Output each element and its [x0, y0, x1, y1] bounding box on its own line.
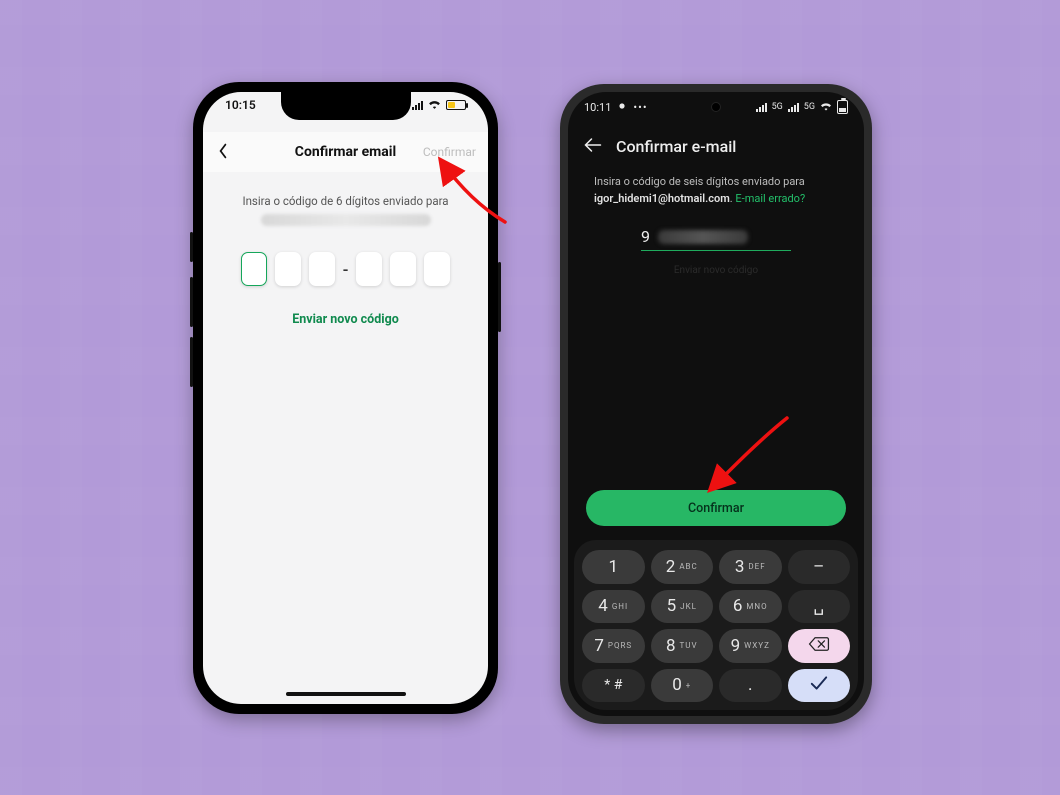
- wifi-icon: [428, 99, 441, 112]
- cellular-icon-1: [756, 103, 767, 112]
- back-arrow-icon[interactable]: [584, 134, 602, 158]
- nav-bar-left: Confirmar email Confirmar: [203, 132, 488, 172]
- status-time: 10:15: [225, 98, 256, 112]
- nav-bar-right: Confirmar e-mail: [568, 126, 864, 166]
- key-4[interactable]: 4GHI: [582, 590, 645, 624]
- phone-left-mute-switch: [190, 232, 193, 262]
- confirm-button-disabled[interactable]: Confirmar: [423, 145, 476, 159]
- confirm-button[interactable]: Confirmar: [586, 490, 846, 526]
- numeric-keypad: 1 2ABC 3DEF – 4GHI 5JKL 6MNO ␣ 7PQRS 8TU…: [574, 540, 858, 710]
- code-input-right[interactable]: 9: [641, 227, 791, 251]
- key-period[interactable]: .: [719, 669, 782, 703]
- key-7[interactable]: 7PQRS: [582, 629, 645, 663]
- key-dash[interactable]: –: [788, 550, 851, 584]
- notification-dot-icon: [617, 101, 627, 114]
- key-backspace[interactable]: [788, 629, 851, 663]
- code-digit-4[interactable]: [356, 252, 382, 286]
- key-5[interactable]: 5JKL: [651, 590, 714, 624]
- instruction-prefix: Insira o código de seis dígitos enviado …: [594, 175, 805, 188]
- phone-right-frame: 10:11 ••• 5G 5G Confirmar e-ma: [560, 84, 872, 724]
- checkmark-icon: [809, 675, 829, 696]
- background-pattern: [0, 0, 1060, 795]
- phone-left-notch: [281, 92, 411, 120]
- back-icon[interactable]: [217, 140, 229, 164]
- phone-left-volume-down: [190, 337, 193, 387]
- content-left: Insira o código de 6 dígitos enviado par…: [203, 182, 488, 339]
- code-digit-6[interactable]: [424, 252, 450, 286]
- page-title-right: Confirmar e-mail: [616, 137, 736, 156]
- email-address: igor_hidemi1@hotmail.com: [594, 192, 730, 205]
- network-label-2: 5G: [804, 102, 815, 112]
- phone-right-screen: 10:11 ••• 5G 5G Confirmar e-ma: [568, 92, 864, 716]
- key-symbols[interactable]: * #: [582, 669, 645, 703]
- instruction-text-right: Insira o código de seis dígitos enviado …: [594, 174, 838, 207]
- key-9[interactable]: 9WXYZ: [719, 629, 782, 663]
- redacted-code-digits: [658, 230, 748, 244]
- page-title-left: Confirmar email: [295, 144, 396, 160]
- key-space[interactable]: ␣: [788, 590, 851, 624]
- network-label-1: 5G: [772, 102, 783, 112]
- code-digit-1[interactable]: [241, 252, 267, 286]
- backspace-icon: [808, 636, 830, 656]
- code-first-digit: 9: [641, 227, 650, 246]
- wrong-email-link[interactable]: E-mail errado?: [735, 192, 805, 205]
- battery-icon-right: [837, 100, 848, 114]
- key-2[interactable]: 2ABC: [651, 550, 714, 584]
- status-time-right: 10:11: [584, 101, 611, 114]
- code-digit-2[interactable]: [275, 252, 301, 286]
- code-digit-5[interactable]: [390, 252, 416, 286]
- key-1[interactable]: 1: [582, 550, 645, 584]
- battery-icon: [446, 100, 466, 110]
- resend-code-link[interactable]: Enviar novo código: [221, 312, 470, 327]
- cellular-icon: [412, 101, 423, 110]
- phone-left-power-button: [498, 262, 501, 332]
- phone-left-volume-up: [190, 277, 193, 327]
- more-notifications-icon: •••: [633, 101, 647, 114]
- redacted-email-left: [261, 214, 431, 226]
- key-3[interactable]: 3DEF: [719, 550, 782, 584]
- content-right: Insira o código de seis dígitos enviado …: [568, 174, 864, 276]
- instruction-text-left: Insira o código de 6 dígitos enviado par…: [221, 194, 470, 208]
- status-bar-right: 10:11 ••• 5G 5G: [568, 100, 864, 114]
- key-0[interactable]: 0+: [651, 669, 714, 703]
- code-separator: -: [343, 260, 349, 279]
- key-enter[interactable]: [788, 669, 851, 703]
- key-6[interactable]: 6MNO: [719, 590, 782, 624]
- resend-hint-right[interactable]: Enviar novo código: [594, 265, 838, 276]
- code-input-row: -: [221, 252, 470, 286]
- cellular-icon-2: [788, 103, 799, 112]
- confirm-button-label: Confirmar: [688, 501, 744, 516]
- code-digit-3[interactable]: [309, 252, 335, 286]
- phone-left-frame: 10:15 Confirmar email Confirmar Insira o…: [193, 82, 498, 714]
- key-8[interactable]: 8TUV: [651, 629, 714, 663]
- wifi-icon-right: [820, 101, 832, 114]
- home-indicator[interactable]: [286, 692, 406, 696]
- phone-left-screen: 10:15 Confirmar email Confirmar Insira o…: [203, 92, 488, 704]
